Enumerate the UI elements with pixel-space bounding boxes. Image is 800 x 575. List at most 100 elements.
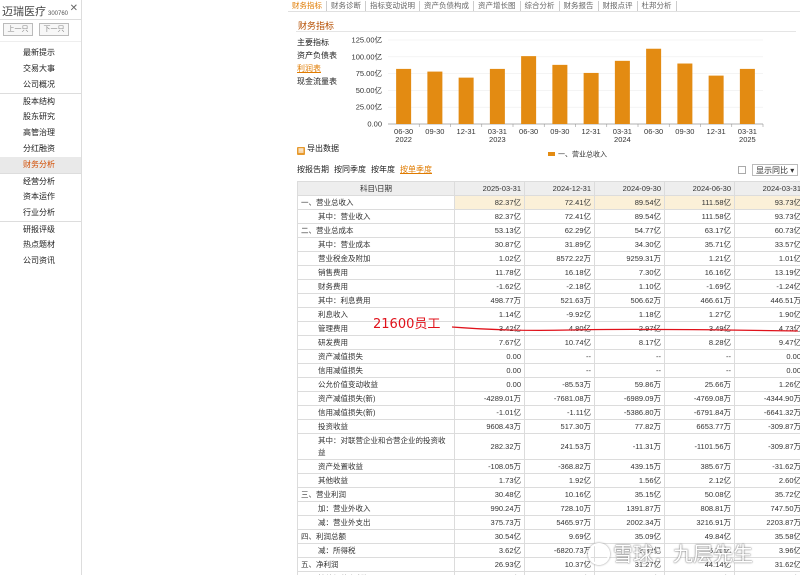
table-cell: 31.89亿 — [524, 237, 595, 252]
table-cell: 517.30万 — [524, 419, 595, 434]
table-cell: 1.90亿 — [734, 307, 800, 322]
table-row: 投资收益 9608.43万 517.30万 77.82万 6653.77万 -309.87… — [297, 419, 800, 434]
side-menu-item[interactable]: 热点题材 — [0, 237, 81, 253]
table-cell: -- — [664, 349, 735, 364]
period-mode-option[interactable]: 按单季度 — [400, 164, 432, 175]
side-menu-item[interactable]: 公司概况 — [0, 77, 81, 93]
period-mode-option[interactable]: 按报告期 — [297, 164, 329, 175]
table-cell: -309.87万 — [734, 419, 800, 434]
side-menu-item[interactable]: 公司资讯 — [0, 253, 81, 269]
row-label: 资产减值损失(新) — [297, 391, 455, 406]
export-data-button[interactable]: ▦ 导出数据 — [297, 143, 339, 155]
row-label: 减：所得税 — [297, 543, 455, 558]
table-row: 其中：对联营企业和合营企业的投资收益 282.32万 241.53万 -11.31万 -… — [297, 433, 800, 460]
table-row: 减：营业外支出 375.73万 5465.97万 2002.34万 3216.91万 22… — [297, 515, 800, 530]
tab-item[interactable]: 杜邦分析 — [638, 1, 677, 11]
table-cell: 26.93亿 — [454, 557, 525, 572]
snowball-logo-icon — [588, 543, 610, 565]
table-cell: 30.87亿 — [454, 237, 525, 252]
side-menu-item[interactable]: 股东研究 — [0, 109, 81, 125]
table-header-cell: 2024-12-31 — [524, 181, 595, 196]
tab-item[interactable]: 财报点评 — [599, 1, 638, 11]
statement-links: 主要指标 资产负债表 利润表 现金流量表 — [297, 36, 337, 88]
side-menu-item[interactable]: 最新提示 — [0, 45, 81, 61]
table-cell: 9259.31万 — [594, 251, 665, 266]
table-cell: 72.41亿 — [524, 209, 595, 224]
x-tick-label: 12-31 — [707, 127, 726, 136]
table-row: 财务费用 -1.62亿 -2.18亿 1.10亿 -1.69亿 -1.24亿 — [297, 279, 800, 294]
side-menu-item[interactable]: 股本结构 — [0, 93, 81, 109]
side-menu-item[interactable]: 财务分析 — [0, 157, 81, 173]
table-cell: 62.29亿 — [524, 223, 595, 238]
table-cell: -1.01亿 — [454, 405, 525, 420]
table-cell: -2.18亿 — [524, 279, 595, 294]
table-cell: -11.31万 — [594, 433, 665, 460]
bar — [427, 71, 443, 124]
period-mode-selector: 按报告期 按同季度 按年度 按单季度 — [297, 164, 432, 175]
table-cell: -1.62亿 — [454, 279, 525, 294]
table-cell: -1.69亿 — [664, 279, 735, 294]
table-row: 资产减值损失 0.00 -- -- -- 0.00 — [297, 349, 800, 364]
table-cell: 35.15亿 — [594, 487, 665, 502]
y-tick-label: 100.00亿 — [352, 51, 383, 61]
period-mode-option[interactable]: 按同季度 — [334, 164, 366, 175]
table-cell: 1.21亿 — [664, 251, 735, 266]
compare-checkbox[interactable] — [738, 166, 746, 174]
tab-item[interactable]: 综合分析 — [521, 1, 560, 11]
table-cell: 50.08亿 — [664, 487, 735, 502]
x-tick-label: 06-30 — [644, 127, 663, 136]
table-row: 三、营业利润 30.48亿 10.16亿 35.15亿 50.08亿 35.72亿 — [297, 487, 800, 502]
row-label: 财务费用 — [297, 279, 455, 294]
tab-item[interactable]: 资产增长图 — [474, 1, 521, 11]
y-tick-label: 125.00亿 — [352, 35, 383, 45]
bar — [583, 72, 599, 124]
row-label: 信用减值损失(新) — [297, 405, 455, 420]
table-cell: 33.57亿 — [734, 237, 800, 252]
tab-item[interactable]: 财务指标 — [288, 1, 327, 11]
table-cell: -4289.01万 — [454, 391, 525, 406]
side-menu-item[interactable]: 行业分析 — [0, 205, 81, 221]
close-icon[interactable]: ✕ — [70, 3, 78, 14]
side-menu-item[interactable]: 分红融资 — [0, 141, 81, 157]
table-row: 公允价值变动收益 0.00 -85.53万 59.86万 25.66万 1.26亿 — [297, 377, 800, 392]
row-label: 五、净利润 — [297, 557, 455, 572]
stock-pager: 上一只 下一只 — [0, 20, 81, 42]
table-cell: 13.19亿 — [734, 265, 800, 280]
bar — [677, 63, 693, 124]
table-cell: 31.62亿 — [734, 571, 800, 575]
y-tick-label: 25.00亿 — [356, 102, 383, 112]
prev-stock-button[interactable]: 上一只 — [3, 23, 33, 36]
table-row: 其中：营业成本 30.87亿 31.89亿 34.30亿 35.71亿 33.57亿 — [297, 237, 800, 252]
table-cell: 30.54亿 — [454, 529, 525, 544]
statement-link[interactable]: 现金流量表 — [297, 75, 337, 88]
income-statement-table-wrap[interactable]: 科目\日期 2025-03-31 2024-12-31 2024-09-30 2024-… — [297, 181, 800, 575]
table-cell: -6989.09万 — [594, 391, 665, 406]
tab-item[interactable]: 财务诊断 — [327, 1, 366, 11]
table-header-cell: 科目\日期 — [297, 181, 455, 196]
compare-toggle[interactable]: 显示同比 ▾ — [738, 164, 799, 176]
tab-item[interactable]: 财务报告 — [560, 1, 599, 11]
table-cell: 439.15万 — [594, 459, 665, 474]
statement-link[interactable]: 利润表 — [297, 62, 337, 75]
side-menu-item[interactable]: 交易大事 — [0, 61, 81, 77]
table-header-cell: 2024-09-30 — [594, 181, 665, 196]
period-mode-option[interactable]: 按年度 — [371, 164, 395, 175]
table-cell: 8572.22万 — [524, 251, 595, 266]
tab-item[interactable]: 指标变动说明 — [366, 1, 420, 11]
next-stock-button[interactable]: 下一只 — [39, 23, 69, 36]
stock-header: 迈瑞医疗 300760 ✕ — [0, 0, 81, 20]
annotation-underline — [451, 326, 799, 332]
side-menu-item[interactable]: 经营分析 — [0, 173, 81, 189]
table-cell: 59.86万 — [594, 377, 665, 392]
side-menu-item[interactable]: 研报评级 — [0, 221, 81, 237]
table-cell: -4344.90万 — [734, 391, 800, 406]
row-label: 其中：对联营企业和合营企业的投资收益 — [297, 433, 455, 460]
tab-item[interactable]: 资产负债构成 — [420, 1, 474, 11]
row-label: 营业税金及附加 — [297, 251, 455, 266]
compare-dropdown[interactable]: 显示同比 ▾ — [752, 164, 799, 176]
table-cell: 0.00 — [734, 349, 800, 364]
statement-link[interactable]: 资产负债表 — [297, 49, 337, 62]
statement-link[interactable]: 主要指标 — [297, 36, 337, 49]
side-menu-item[interactable]: 资本运作 — [0, 189, 81, 205]
side-menu-item[interactable]: 高管治理 — [0, 125, 81, 141]
